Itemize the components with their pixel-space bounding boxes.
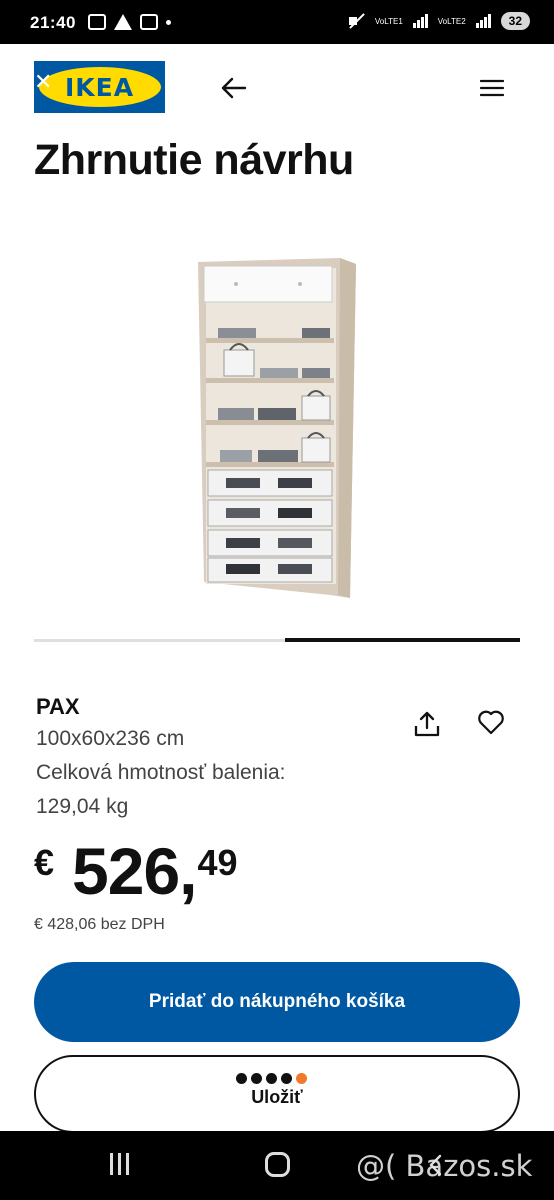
price-decimal: 49: [197, 842, 238, 883]
network-1: VoLTE1: [375, 17, 403, 26]
share-icon: [414, 711, 440, 737]
network-2-label: VoLTE2: [437, 16, 466, 26]
save-button[interactable]: Uložiť: [34, 1055, 520, 1133]
recents-button[interactable]: [110, 1153, 129, 1175]
watermark: @( Bazos.sk: [356, 1149, 533, 1183]
ikea-logo[interactable]: IKEA ✕: [34, 61, 165, 113]
signal-1-icon: [412, 14, 428, 28]
status-bar: 21:40 VoLTE1 VoLTE2 32: [0, 0, 554, 44]
page-title: Zhrnutie návrhu: [34, 136, 354, 184]
battery-indicator: 32: [500, 12, 530, 30]
logo-text: IKEA: [64, 72, 135, 102]
system-nav-bar: @( Bazos.sk: [0, 1131, 554, 1200]
product-weight-label: Celková hmotnosť balenia:: [36, 761, 286, 784]
signal-2-icon: [475, 14, 491, 28]
product-weight: 129,04 kg: [36, 795, 129, 818]
notification-icons: [88, 14, 171, 30]
close-icon: ✕: [34, 69, 53, 94]
home-button[interactable]: [265, 1152, 290, 1177]
status-right-icons: VoLTE1 VoLTE2 32: [347, 12, 530, 30]
arrow-left-icon: [221, 77, 247, 99]
add-to-cart-label: Pridať do nákupného košíka: [148, 991, 406, 1012]
loading-dots-icon: [236, 1073, 307, 1084]
screenshot-icon: [88, 14, 106, 30]
menu-button[interactable]: [476, 72, 508, 104]
product-name: PAX: [36, 694, 80, 719]
price-comma: ,: [179, 834, 198, 908]
heart-icon: [478, 710, 504, 735]
product-image[interactable]: [190, 250, 370, 605]
calendar-icon: [140, 14, 158, 30]
network-1-label: VoLTE1: [374, 16, 403, 26]
more-notifications-icon: [166, 19, 171, 25]
share-button[interactable]: [408, 705, 446, 743]
product-dimensions: 100x60x236 cm: [36, 727, 185, 750]
hamburger-menu-icon: [480, 79, 504, 97]
back-button[interactable]: [218, 72, 250, 104]
favorite-button[interactable]: [472, 703, 510, 741]
price-currency: €: [34, 842, 55, 883]
price: € 526 , 49: [34, 834, 238, 908]
logo-oval: IKEA: [38, 67, 161, 107]
app-header: IKEA ✕: [0, 44, 554, 134]
price-excl-vat: € 428,06 bez DPH: [34, 916, 165, 933]
network-2: VoLTE2: [438, 17, 466, 26]
price-integer: 526: [72, 834, 180, 908]
mute-icon: [347, 12, 365, 30]
warning-icon: [114, 14, 132, 30]
save-label: Uložiť: [251, 1087, 303, 1107]
status-time: 21:40: [30, 13, 76, 32]
carousel-thumb[interactable]: [285, 638, 520, 642]
add-to-cart-button[interactable]: Pridať do nákupného košíka: [34, 962, 520, 1042]
wardrobe-illustration: [198, 258, 356, 598]
